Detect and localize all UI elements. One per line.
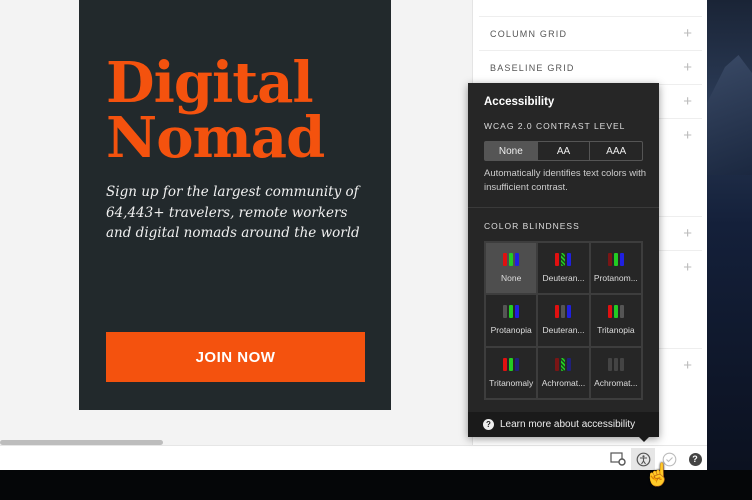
color-bars-icon xyxy=(503,253,520,267)
contrast-option-none[interactable]: None xyxy=(485,142,538,160)
option-label: Tritanopia xyxy=(597,325,635,336)
option-label: None xyxy=(501,273,522,284)
hand-cursor-icon: ☝ xyxy=(644,462,672,487)
color-bar xyxy=(503,305,508,319)
option-label: Deuteran... xyxy=(542,325,585,336)
color-bar xyxy=(567,305,572,319)
plus-icon[interactable]: + xyxy=(683,93,692,110)
mountain-wallpaper xyxy=(707,55,752,175)
desktop-bottom xyxy=(0,470,752,500)
option-label: Achromat... xyxy=(594,377,638,388)
color-bars-icon xyxy=(503,305,520,319)
panel-row-column-grid[interactable]: COLUMN GRID + xyxy=(479,16,702,50)
color-bars-icon xyxy=(607,357,624,371)
contrast-label: WCAG 2.0 CONTRAST LEVEL xyxy=(484,121,626,131)
color-bar xyxy=(567,253,572,267)
plus-icon[interactable]: + xyxy=(683,357,692,374)
plus-icon[interactable]: + xyxy=(683,25,692,42)
plus-icon[interactable]: + xyxy=(683,59,692,76)
color-bar xyxy=(515,357,520,371)
color-bar xyxy=(555,305,560,319)
preview-settings-button[interactable] xyxy=(606,448,630,470)
screen-gear-icon xyxy=(610,452,626,466)
contrast-option-aaa[interactable]: AAA xyxy=(590,142,642,160)
color-bar xyxy=(619,357,624,371)
help-icon: ? xyxy=(688,452,702,466)
plus-icon[interactable]: + xyxy=(683,225,692,242)
color-bars-icon xyxy=(503,357,520,371)
plus-icon[interactable]: + xyxy=(683,259,692,276)
color-bar xyxy=(613,305,618,319)
plus-icon[interactable]: + xyxy=(683,127,692,144)
help-button[interactable]: ? xyxy=(683,448,707,470)
color-bar xyxy=(555,357,560,371)
option-label: Protanom... xyxy=(593,273,638,284)
color-blindness-option[interactable]: Tritanomaly xyxy=(485,346,538,399)
color-bar xyxy=(509,305,514,319)
color-bar xyxy=(561,357,566,371)
color-blindness-option[interactable]: Deuteran... xyxy=(537,294,590,347)
design-canvas[interactable]: Digital Nomad Sign up for the largest com… xyxy=(0,0,472,445)
color-bars-icon xyxy=(607,305,624,319)
desktop-background xyxy=(707,0,752,500)
color-bar xyxy=(509,253,514,267)
color-blindness-label: COLOR BLINDNESS xyxy=(484,221,580,231)
panel-row-baseline-grid[interactable]: BASELINE GRID + xyxy=(479,50,702,84)
color-blindness-option[interactable]: Achromat... xyxy=(537,346,590,399)
color-blindness-option[interactable]: Deuteran... xyxy=(537,242,590,295)
color-bar xyxy=(567,357,572,371)
popover-title: Accessibility xyxy=(484,96,555,108)
contrast-level-selector: None AA AAA xyxy=(484,141,643,161)
color-bars-icon xyxy=(607,253,624,267)
artboard[interactable]: Digital Nomad Sign up for the largest com… xyxy=(79,0,391,410)
option-label: Achromat... xyxy=(541,377,586,388)
color-bar xyxy=(561,253,566,267)
option-label: Protanopia xyxy=(490,325,532,336)
color-bar xyxy=(509,357,514,371)
color-blindness-option[interactable]: None xyxy=(485,242,538,295)
color-bar xyxy=(515,305,520,319)
bottom-toolbar: ? xyxy=(0,445,707,470)
color-blindness-grid: None Deuteran... Protanom... Protanopia Deut… xyxy=(484,241,643,400)
contrast-option-aa[interactable]: AA xyxy=(538,142,591,160)
color-bar xyxy=(503,357,508,371)
learn-more-text: Learn more about accessibility xyxy=(500,419,636,430)
color-bars-icon xyxy=(555,253,572,267)
color-bars-icon xyxy=(555,357,572,371)
color-bar xyxy=(613,357,618,371)
color-bar xyxy=(561,305,566,319)
help-icon: ? xyxy=(483,419,494,430)
contrast-description: Automatically identifies text colors wit… xyxy=(484,168,647,193)
color-bar xyxy=(607,305,612,319)
option-label: Deuteran... xyxy=(542,273,585,284)
join-now-button[interactable]: JOIN NOW xyxy=(106,332,365,382)
color-bar xyxy=(613,253,618,267)
color-bar xyxy=(607,253,612,267)
color-bar xyxy=(619,253,624,267)
color-bar xyxy=(515,253,520,267)
divider xyxy=(468,207,659,208)
color-blindness-option[interactable]: Tritanopia xyxy=(589,294,642,347)
color-blindness-option[interactable]: Achromat... xyxy=(589,346,642,399)
artboard-subtitle: Sign up for the largest community of 64,… xyxy=(106,184,360,241)
color-bar xyxy=(503,253,508,267)
color-bar xyxy=(555,253,560,267)
color-bars-icon xyxy=(555,305,572,319)
color-bar xyxy=(619,305,624,319)
color-blindness-option[interactable]: Protanopia xyxy=(485,294,538,347)
color-blindness-option[interactable]: Protanom... xyxy=(589,242,642,295)
artboard-title: Digital Nomad xyxy=(106,50,325,171)
color-bar xyxy=(607,357,612,371)
accessibility-popover: Accessibility WCAG 2.0 CONTRAST LEVEL No… xyxy=(468,83,659,442)
option-label: Tritanomaly xyxy=(489,377,534,388)
learn-more-link[interactable]: ? Learn more about accessibility xyxy=(468,412,659,437)
